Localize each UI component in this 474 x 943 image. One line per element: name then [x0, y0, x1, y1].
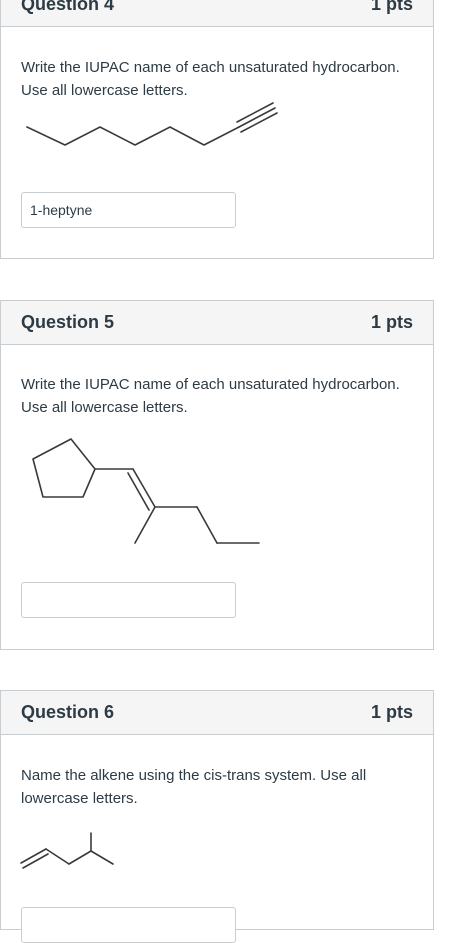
heptyne-structure-image: [26, 102, 278, 146]
question-prompt: Write the IUPAC name of each unsaturated…: [21, 376, 400, 416]
question-header: Question 6 1 pts: [1, 691, 433, 735]
question-5-card: Question 5 1 pts Write the IUPAC name of…: [0, 300, 434, 650]
question-header: Question 5 1 pts: [1, 301, 433, 345]
question-title: Question 6: [21, 702, 115, 722]
alkene-structure-image: [20, 832, 114, 869]
question-points: 1 pts: [370, 702, 413, 722]
question-title: Question 4: [21, 0, 115, 14]
cyclopentylidene-structure-image: [32, 438, 260, 544]
question-header: Question 4 1 pts: [1, 0, 433, 27]
question-prompt: Write the IUPAC name of each unsaturated…: [21, 59, 400, 99]
answer-input[interactable]: [21, 907, 236, 943]
answer-input[interactable]: [21, 582, 236, 618]
answer-input[interactable]: 1-heptyne: [21, 192, 236, 228]
question-6-card: Question 6 1 pts Name the alkene using t…: [0, 690, 434, 943]
question-title: Question 5: [21, 312, 115, 332]
question-points: 1 pts: [370, 0, 413, 14]
question-points: 1 pts: [370, 312, 413, 332]
question-prompt: Name the alkene using the cis-trans syst…: [21, 767, 367, 807]
question-4-card: Question 4 1 pts Write the IUPAC name of…: [0, 0, 434, 259]
